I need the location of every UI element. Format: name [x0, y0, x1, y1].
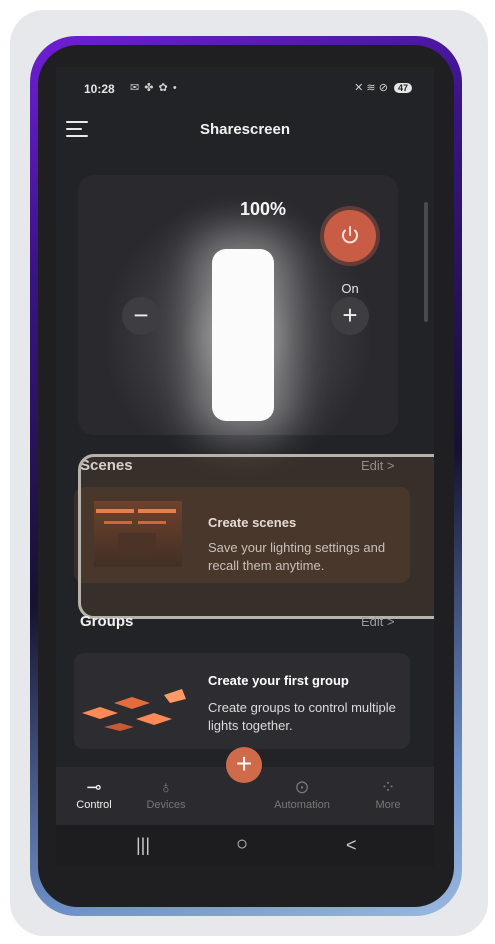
status-time: 10:28 [84, 82, 115, 96]
automation-icon: ⊙ [294, 777, 310, 797]
nav-control-label: Control [76, 799, 112, 811]
groups-edit-link[interactable]: Edit > [361, 614, 395, 629]
status-notification-icons: ✉ ✤ ✿ • [130, 82, 178, 94]
scenes-highlight-box [78, 454, 434, 619]
nav-automation[interactable]: ⊙ Automation [270, 775, 334, 811]
groups-illustration [82, 689, 186, 731]
page-title: Sharescreen [199, 121, 291, 138]
app-header: Sharescreen [56, 109, 434, 149]
decrease-brightness-button[interactable]: − [122, 297, 160, 335]
groups-title: Groups [80, 613, 134, 630]
stage: 10:28 ✉ ✤ ✿ • ✕ ≋ ⊘ 47 Sharescreen 100% … [0, 0, 495, 944]
more-grid-icon: ⁘ [380, 777, 396, 797]
power-state-label: On [341, 281, 359, 296]
create-group-card[interactable]: Create your first group Create groups to… [74, 653, 410, 749]
control-sliders-icon: ⊸ [86, 777, 102, 797]
nav-devices-label: Devices [146, 799, 186, 811]
back-button[interactable]: < [346, 835, 357, 856]
nav-control[interactable]: ⊸ Control [62, 775, 126, 811]
groups-card-title: Create your first group [208, 673, 349, 688]
groups-card-description: Create groups to control multiple lights… [208, 700, 396, 733]
nav-automation-label: Automation [274, 799, 330, 811]
system-navigation-bar: ||| ○ < [56, 825, 434, 867]
increase-brightness-button[interactable]: + [331, 297, 369, 335]
nav-devices[interactable]: ♁ Devices [134, 775, 198, 811]
status-system-icons: ✕ ≋ ⊘ 47 [354, 81, 412, 94]
power-button[interactable] [324, 210, 376, 262]
power-icon [342, 226, 358, 244]
app-screen: 10:28 ✉ ✤ ✿ • ✕ ≋ ⊘ 47 Sharescreen 100% … [56, 67, 434, 867]
brightness-slider[interactable] [212, 249, 274, 421]
nav-more[interactable]: ⁘ More [356, 775, 420, 811]
phone-body: 10:28 ✉ ✤ ✿ • ✕ ≋ ⊘ 47 Sharescreen 100% … [38, 45, 454, 907]
nav-more-label: More [375, 799, 401, 811]
battery-icon: 47 [393, 83, 412, 93]
add-fab-button[interactable]: + [226, 747, 262, 783]
signal-icons: ✕ ≋ ⊘ [354, 82, 388, 94]
recents-button[interactable]: ||| [136, 835, 150, 856]
devices-bulb-icon: ♁ [159, 777, 173, 797]
scrollbar[interactable] [424, 202, 428, 322]
brightness-value: 100% [239, 199, 287, 219]
status-bar: 10:28 ✉ ✤ ✿ • ✕ ≋ ⊘ 47 [78, 81, 412, 101]
home-button[interactable]: ○ [236, 833, 248, 856]
